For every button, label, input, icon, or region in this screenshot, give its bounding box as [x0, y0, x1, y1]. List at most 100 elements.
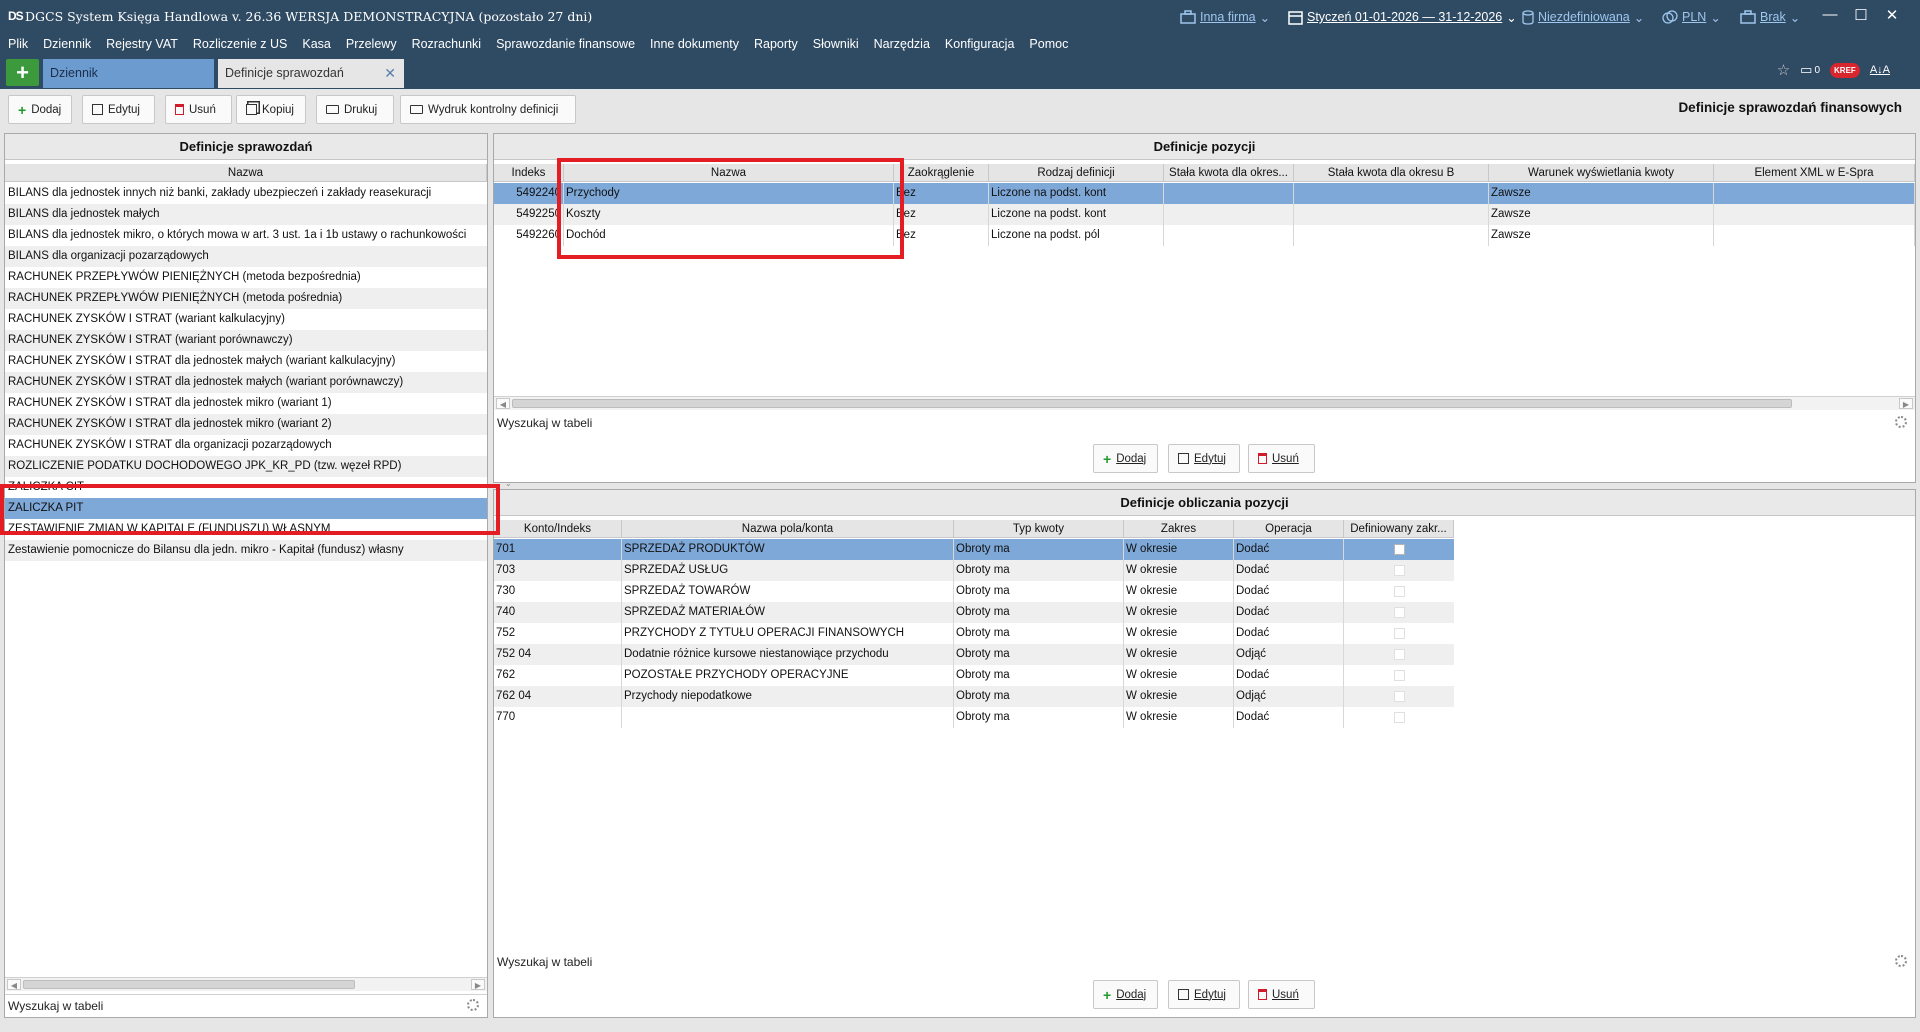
minimize-icon[interactable]: — — [1820, 6, 1840, 23]
positions-usun-button[interactable]: Usuń — [1248, 444, 1315, 473]
definiowany-zakres-checkbox[interactable] — [1394, 670, 1405, 681]
column-header-stala-kwota-dla-okresu-b[interactable]: Stała kwota dla okresu B — [1294, 164, 1489, 182]
report-item[interactable]: RACHUNEK ZYSKÓW I STRAT dla jednostek ma… — [5, 372, 487, 393]
column-header-nazwa[interactable]: Nazwa — [5, 164, 487, 182]
report-item[interactable]: RACHUNEK ZYSKÓW I STRAT (wariant porówna… — [5, 330, 487, 351]
report-item[interactable]: RACHUNEK PRZEPŁYWÓW PIENIĘŻNYCH (metoda … — [5, 267, 487, 288]
definiowany-zakres-checkbox[interactable] — [1394, 628, 1405, 639]
report-item[interactable]: ROZLICZENIE PODATKU DOCHODOWEGO JPK_KR_P… — [5, 456, 487, 477]
scroll-right-icon[interactable]: ▶ — [1899, 398, 1913, 409]
column-header-definiowany-zakr[interactable]: Definiowany zakr... — [1344, 520, 1454, 538]
menu-sprawozdanie-finansowe[interactable]: Sprawozdanie finansowe — [496, 37, 635, 51]
report-item[interactable]: BILANS dla jednostek mikro, o których mo… — [5, 225, 487, 246]
menu-inne-dokumenty[interactable]: Inne dokumenty — [650, 37, 739, 51]
currency-link[interactable]: PLN — [1682, 10, 1706, 24]
table-row[interactable]: 752 04 Dodatnie różnice kursowe niestanow… — [494, 644, 1454, 665]
table-row[interactable]: 703 SPRZEDAŻ USŁUG Obroty ma W okresie Dodać — [494, 560, 1454, 581]
database-selector[interactable]: Niezdefiniowana ⌄ — [1522, 8, 1644, 26]
column-header-typ-kwoty[interactable]: Typ kwoty — [954, 520, 1124, 538]
dodaj-button[interactable]: + Dodaj — [8, 95, 72, 124]
column-header-warunek-wyswietlania-kwoty[interactable]: Warunek wyświetlania kwoty — [1489, 164, 1714, 182]
menu-raporty[interactable]: Raporty — [754, 37, 798, 51]
table-row[interactable]: 752 PRZYCHODY Z TYTUŁU OPERACJI FINANSOWY… — [494, 623, 1454, 644]
report-item[interactable]: BILANS dla jednostek małych — [5, 204, 487, 225]
positions-search[interactable]: Wyszukaj w tabeli — [494, 412, 1915, 434]
menu-kasa[interactable]: Kasa — [302, 37, 331, 51]
definiowany-zakres-checkbox[interactable] — [1394, 565, 1405, 576]
definiowany-zakres-checkbox[interactable] — [1394, 691, 1405, 702]
font-size-icon[interactable]: A↓A — [1870, 64, 1890, 76]
table-row[interactable]: 770 Obroty ma W okresie Dodać — [494, 707, 1454, 728]
period-selector[interactable]: Styczeń 01-01-2026 — 31-12-2026 ⌄ — [1288, 8, 1517, 26]
calc-search[interactable]: Wyszukaj w tabeli — [494, 951, 1915, 973]
column-header-operacja[interactable]: Operacja — [1234, 520, 1344, 538]
calc-dodaj-button[interactable]: + Dodaj — [1093, 980, 1158, 1009]
menu-slowniki[interactable]: Słowniki — [813, 37, 859, 51]
drukuj-button[interactable]: Drukuj — [316, 95, 394, 124]
scroll-thumb[interactable] — [23, 980, 355, 989]
other-link[interactable]: Brak — [1760, 10, 1786, 24]
menu-pomoc[interactable]: Pomoc — [1029, 37, 1068, 51]
scroll-thumb[interactable] — [512, 399, 1792, 408]
gear-icon[interactable] — [467, 999, 479, 1011]
table-row[interactable]: 701 SPRZEDAŻ PRODUKTÓW Obroty ma W okresie D… — [494, 539, 1454, 560]
definiowany-zakres-checkbox[interactable] — [1394, 607, 1405, 618]
splitter-handle[interactable]: ⌄ — [505, 479, 512, 488]
definiowany-zakres-checkbox[interactable] — [1394, 649, 1405, 660]
add-tab-button[interactable]: + — [6, 59, 39, 86]
report-item[interactable]: RACHUNEK ZYSKÓW I STRAT dla jednostek ma… — [5, 351, 487, 372]
scroll-left-icon[interactable]: ◀ — [7, 979, 21, 990]
kref-badge[interactable]: KREF — [1830, 62, 1860, 78]
definiowany-zakres-checkbox[interactable] — [1394, 586, 1405, 597]
table-row[interactable]: 762 POZOSTAŁE PRZYCHODY OPERACYJNE Obroty … — [494, 665, 1454, 686]
menu-konfiguracja[interactable]: Konfiguracja — [945, 37, 1015, 51]
menu-plik[interactable]: Plik — [8, 37, 28, 51]
menu-rozrachunki[interactable]: Rozrachunki — [412, 37, 481, 51]
other-selector[interactable]: Brak ⌄ — [1740, 8, 1800, 26]
positions-edytuj-button[interactable]: Edytuj — [1168, 444, 1240, 473]
kopiuj-button[interactable]: Kopiuj — [236, 95, 306, 124]
close-tab-icon[interactable]: ✕ — [384, 59, 396, 88]
scroll-right-icon[interactable]: ▶ — [471, 979, 485, 990]
column-header-rodzaj-definicji[interactable]: Rodzaj definicji — [989, 164, 1164, 182]
maximize-icon[interactable]: ☐ — [1851, 6, 1871, 24]
company-link[interactable]: Inna firma — [1200, 10, 1256, 24]
table-row[interactable]: 740 SPRZEDAŻ MATERIAŁÓW Obroty ma W okresie… — [494, 602, 1454, 623]
table-row[interactable]: 5492250 Koszty Bez Liczone na podst. kont Za… — [494, 204, 1915, 225]
wydruk-kontrolny-button[interactable]: Wydruk kontrolny definicji — [400, 95, 576, 124]
column-header-element-xml-w-e-spra[interactable]: Element XML w E-Spra — [1714, 164, 1915, 182]
star-icon[interactable]: ☆ — [1777, 61, 1790, 79]
edytuj-button[interactable]: Edytuj — [82, 95, 155, 124]
menu-rejestry-vat[interactable]: Rejestry VAT — [106, 37, 178, 51]
menu-rozliczenie-z-us[interactable]: Rozliczenie z US — [193, 37, 287, 51]
usun-button[interactable]: Usuń — [165, 95, 232, 124]
report-item[interactable]: RACHUNEK ZYSKÓW I STRAT dla jednostek mi… — [5, 393, 487, 414]
menu-przelewy[interactable]: Przelewy — [346, 37, 397, 51]
horizontal-scrollbar[interactable]: ◀ ▶ — [5, 977, 487, 991]
gear-icon[interactable] — [1895, 416, 1907, 428]
tab-dziennik[interactable]: Dziennik — [43, 59, 214, 88]
calc-usun-button[interactable]: Usuń — [1248, 980, 1315, 1009]
menu-narzedzia[interactable]: Narzędzia — [874, 37, 930, 51]
column-header-zakres[interactable]: Zakres — [1124, 520, 1234, 538]
column-header-nazwa-pola-konta[interactable]: Nazwa pola/konta — [622, 520, 954, 538]
database-link[interactable]: Niezdefiniowana — [1538, 10, 1630, 24]
report-item[interactable]: ZALICZKA CIT — [5, 477, 487, 498]
report-item[interactable]: ZESTAWIENIE ZMIAN W KAPITALE (FUNDUSZU) … — [5, 519, 487, 540]
close-window-icon[interactable]: ✕ — [1882, 6, 1902, 24]
report-item[interactable]: BILANS dla jednostek innych niż banki, z… — [5, 183, 487, 204]
column-header-indeks[interactable]: Indeks — [494, 164, 564, 182]
table-row[interactable]: 730 SPRZEDAŻ TOWARÓW Obroty ma W okresie Dod… — [494, 581, 1454, 602]
reports-search[interactable]: Wyszukaj w tabeli — [5, 994, 487, 1016]
column-header-nazwa[interactable]: Nazwa — [564, 164, 894, 182]
report-item[interactable]: BILANS dla organizacji pozarządowych — [5, 246, 487, 267]
company-selector[interactable]: Inna firma ⌄ — [1180, 8, 1270, 26]
positions-dodaj-button[interactable]: + Dodaj — [1093, 444, 1158, 473]
gear-icon[interactable] — [1895, 955, 1907, 967]
definiowany-zakres-checkbox[interactable] — [1394, 544, 1405, 555]
scroll-left-icon[interactable]: ◀ — [496, 398, 510, 409]
definiowany-zakres-checkbox[interactable] — [1394, 712, 1405, 723]
report-item[interactable]: RACHUNEK PRZEPŁYWÓW PIENIĘŻNYCH (metoda … — [5, 288, 487, 309]
calc-edytuj-button[interactable]: Edytuj — [1168, 980, 1240, 1009]
currency-selector[interactable]: PLN ⌄ — [1662, 8, 1721, 26]
